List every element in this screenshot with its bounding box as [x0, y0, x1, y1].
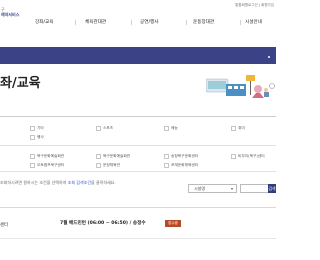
filter-label: 포계문화체육센터 [171, 163, 199, 167]
checkbox[interactable] [30, 134, 35, 140]
status-badge: 접수중 [165, 219, 181, 227]
nav-item-gym[interactable]: 체육관대관 [85, 19, 106, 25]
chevron-down-icon: ▾ [230, 186, 233, 191]
checkbox[interactable] [96, 125, 101, 131]
checkbox[interactable] [164, 162, 169, 168]
results-top-line [0, 207, 276, 208]
search-input[interactable] [240, 184, 268, 193]
nav-item-facilities[interactable]: 시설안내 [245, 19, 262, 25]
result-center-label: 센터 [0, 223, 9, 228]
banner-dot [268, 56, 270, 58]
checkbox[interactable] [96, 153, 101, 159]
checkbox[interactable] [231, 153, 236, 159]
filter-label: 예능 [171, 126, 178, 130]
site-logo[interactable]: 구 예약서비스 [1, 7, 20, 17]
nav-separator [186, 19, 187, 25]
hint-suffix: 을 클릭하세요. [91, 180, 116, 185]
util-links[interactable]: 통합회원로그인 | 회원가입 [235, 3, 274, 8]
nav-item-events[interactable]: 공연/행사 [140, 19, 158, 25]
select-value: 시설명 [194, 186, 206, 191]
main-nav: 강좌/교육 체육관대관 공연/행사 운동장대관 시설안내 [0, 19, 276, 25]
checkbox[interactable] [164, 153, 169, 159]
page-title: 좌/교육 [0, 76, 41, 91]
nav-separator [240, 19, 241, 25]
filter-label: 문정체육관 [103, 163, 120, 167]
search-type-select[interactable]: 시설명 ▾ [188, 184, 237, 193]
nav-item-courses[interactable]: 강좌/교육 [35, 19, 53, 25]
filter-label: 북구문화예술회관 [103, 154, 131, 158]
result-title[interactable]: 7월 배드민턴 (06:00 ~ 06:50) / 송정수 [60, 220, 146, 226]
nav-separator [131, 19, 132, 25]
filter-label: 북구문화예술회관 [37, 154, 65, 158]
search-hint: 조회하시려면 원하시는 조건을 선택하여 조회 검색조건을 클릭하세요. [0, 180, 116, 186]
hero-divider [0, 116, 276, 117]
logo-line-2: 예약서비스 [1, 11, 20, 17]
hint-link[interactable]: 조회 검색조건 [68, 180, 91, 185]
hint-prefix: 조회하시려면 원하시는 조건을 선택하여 [0, 180, 68, 185]
page: 통합회원로그인 | 회원가입 구 예약서비스 강좌/교육 체육관대관 공연/행사… [0, 0, 276, 260]
filter-label: 오토캠프북구센터 [37, 163, 65, 167]
nav-separator [75, 19, 76, 25]
checkbox[interactable] [30, 162, 35, 168]
hero-illustration [206, 75, 275, 98]
filter-divider [0, 171, 276, 172]
checkbox[interactable] [96, 162, 101, 168]
filter-label: 기타 [37, 126, 44, 130]
filter-divider [0, 145, 276, 146]
filter-label: 행사 [37, 135, 44, 139]
checkbox[interactable] [164, 125, 169, 131]
filter-label: 비부리(북구)센터 [238, 154, 265, 158]
checkbox[interactable] [231, 125, 236, 131]
results-row-line [0, 238, 276, 239]
filter-label: 취미 [238, 126, 245, 130]
filter-label: 송정북구문화센터 [171, 154, 199, 158]
checkbox[interactable] [30, 153, 35, 159]
checkbox[interactable] [30, 125, 35, 131]
search-button[interactable]: 검색 [268, 184, 276, 193]
filter-label: 스포츠 [103, 126, 114, 130]
nav-item-stadium[interactable]: 운동장대관 [193, 19, 214, 25]
banner-band [0, 47, 276, 64]
